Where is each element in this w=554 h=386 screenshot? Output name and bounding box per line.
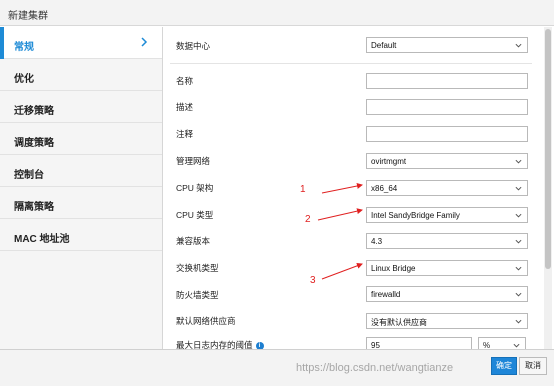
cancel-button[interactable]: 取消 xyxy=(519,357,547,375)
annotation-number-2: 2 xyxy=(305,214,311,225)
dialog-footer xyxy=(0,349,554,386)
annotation-arrow-3 xyxy=(321,262,363,280)
annotation-arrows xyxy=(317,183,363,280)
annotation-number-3: 3 xyxy=(310,275,316,286)
annotation-number-1: 1 xyxy=(300,184,306,195)
annotation-arrow-1 xyxy=(321,183,363,194)
annotation-arrow-2 xyxy=(317,208,363,221)
ok-button[interactable]: 确定 xyxy=(491,357,517,375)
scrollbar-thumb[interactable] xyxy=(545,29,551,269)
form-scrollbar[interactable] xyxy=(544,27,552,349)
watermark: https://blog.csdn.net/wangtianze xyxy=(296,362,454,374)
